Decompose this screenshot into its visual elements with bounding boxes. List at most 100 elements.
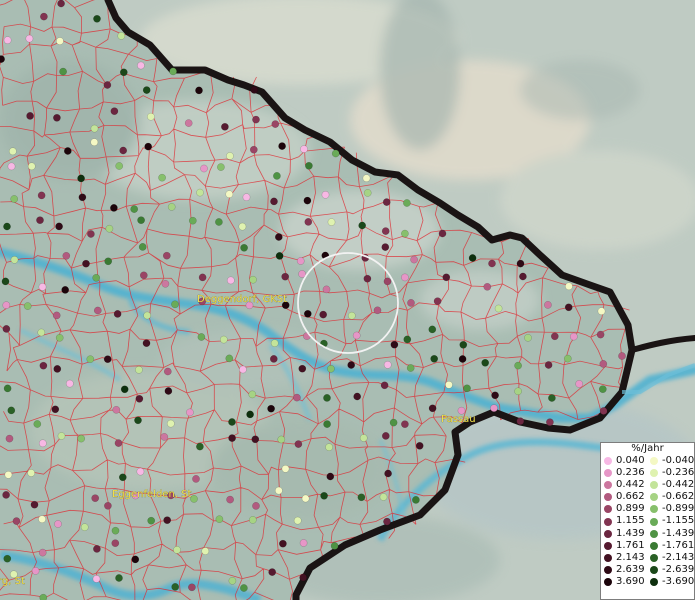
data-point[interactable] <box>550 332 559 341</box>
data-point[interactable] <box>228 576 237 585</box>
data-point[interactable] <box>597 307 606 316</box>
data-point[interactable] <box>38 283 47 291</box>
data-point[interactable] <box>196 188 204 197</box>
data-point[interactable] <box>599 407 608 415</box>
data-point[interactable] <box>249 275 257 284</box>
data-point[interactable] <box>219 335 228 344</box>
data-point[interactable] <box>327 218 336 226</box>
data-point[interactable] <box>228 434 236 442</box>
data-point[interactable] <box>379 493 388 501</box>
data-point[interactable] <box>188 216 197 225</box>
data-point[interactable] <box>225 190 234 199</box>
data-point[interactable] <box>267 404 275 413</box>
data-point[interactable] <box>104 501 112 510</box>
data-point[interactable] <box>82 259 90 268</box>
data-point[interactable] <box>575 380 584 388</box>
data-point[interactable] <box>137 61 145 70</box>
data-point[interactable] <box>112 405 121 414</box>
data-point[interactable] <box>138 243 147 251</box>
data-point[interactable] <box>381 227 390 235</box>
data-point[interactable] <box>190 495 198 503</box>
data-point[interactable] <box>78 193 87 202</box>
data-point[interactable] <box>38 515 46 524</box>
data-point[interactable] <box>293 516 302 525</box>
data-point[interactable] <box>445 380 453 389</box>
data-point[interactable] <box>57 432 66 440</box>
data-point[interactable] <box>569 332 578 341</box>
data-point[interactable] <box>135 394 144 403</box>
data-point[interactable] <box>303 309 312 318</box>
data-point[interactable] <box>380 381 389 390</box>
data-point[interactable] <box>490 404 498 413</box>
data-point[interactable] <box>524 333 532 342</box>
data-point[interactable] <box>173 546 181 554</box>
data-point[interactable] <box>273 172 281 180</box>
data-point[interactable] <box>217 163 225 171</box>
data-point[interactable] <box>301 494 310 503</box>
data-point[interactable] <box>221 122 229 131</box>
data-point[interactable] <box>51 405 60 414</box>
data-point[interactable] <box>412 496 420 504</box>
data-point[interactable] <box>548 394 556 402</box>
data-point[interactable] <box>55 333 64 342</box>
data-point[interactable] <box>390 340 399 349</box>
data-point[interactable] <box>320 491 328 500</box>
data-point[interactable] <box>359 434 368 442</box>
data-point[interactable] <box>352 331 361 340</box>
data-point[interactable] <box>381 243 390 251</box>
data-point[interactable] <box>131 555 140 564</box>
data-point[interactable] <box>294 440 303 448</box>
data-point[interactable] <box>319 310 328 319</box>
data-point[interactable] <box>326 472 335 481</box>
data-point[interactable] <box>114 439 123 447</box>
data-point[interactable] <box>103 355 112 364</box>
data-point[interactable] <box>357 493 366 502</box>
data-point[interactable] <box>468 254 477 262</box>
data-point[interactable] <box>2 325 11 333</box>
data-point[interactable] <box>240 584 248 592</box>
data-point[interactable] <box>271 120 280 128</box>
data-point[interactable] <box>481 358 490 367</box>
data-point[interactable] <box>57 0 65 8</box>
data-point[interactable] <box>519 272 527 281</box>
data-point[interactable] <box>120 385 129 394</box>
data-point[interactable] <box>403 335 412 344</box>
data-point[interactable] <box>438 229 447 238</box>
data-point[interactable] <box>53 113 61 122</box>
data-point[interactable] <box>565 282 573 291</box>
data-point[interactable] <box>459 340 468 349</box>
data-point[interactable] <box>299 573 308 582</box>
data-point[interactable] <box>86 355 95 364</box>
data-point[interactable] <box>142 339 151 348</box>
data-point[interactable] <box>10 255 19 264</box>
data-point[interactable] <box>225 354 234 363</box>
data-point[interactable] <box>281 464 290 473</box>
data-point[interactable] <box>103 81 112 89</box>
data-point[interactable] <box>275 252 284 260</box>
data-point[interactable] <box>514 387 522 396</box>
data-point[interactable] <box>110 107 119 116</box>
data-point[interactable] <box>544 301 552 309</box>
data-point[interactable] <box>111 526 120 535</box>
data-point[interactable] <box>228 418 236 426</box>
data-point[interactable] <box>430 354 439 363</box>
data-point[interactable] <box>90 124 99 133</box>
data-point[interactable] <box>4 470 13 479</box>
data-point[interactable] <box>184 119 193 127</box>
data-point[interactable] <box>162 251 171 260</box>
data-point[interactable] <box>279 539 287 548</box>
data-point[interactable] <box>8 147 17 156</box>
data-point[interactable] <box>296 257 305 265</box>
data-point[interactable] <box>242 193 251 202</box>
data-point[interactable] <box>274 486 283 495</box>
data-point[interactable] <box>270 197 278 206</box>
data-point[interactable] <box>327 364 335 373</box>
data-point[interactable] <box>563 354 572 363</box>
data-point[interactable] <box>134 416 142 425</box>
data-point[interactable] <box>3 554 12 563</box>
data-point[interactable] <box>248 390 257 399</box>
data-point[interactable] <box>7 406 16 415</box>
data-point[interactable] <box>2 301 11 310</box>
data-point[interactable] <box>163 516 172 525</box>
data-point[interactable] <box>353 392 362 401</box>
